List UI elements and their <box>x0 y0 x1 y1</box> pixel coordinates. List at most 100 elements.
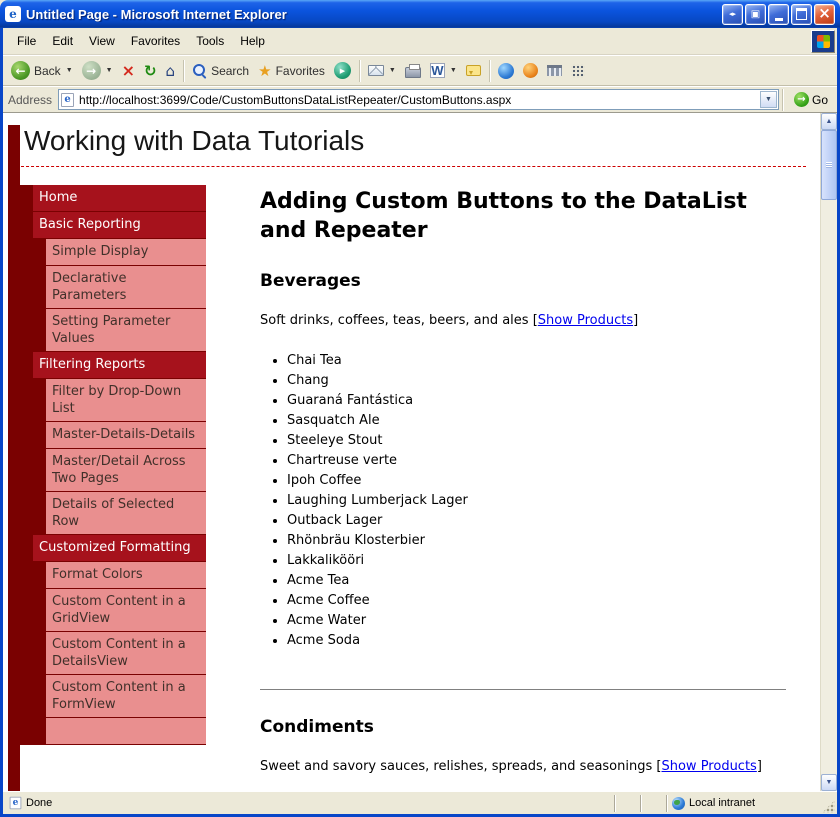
minimize-button[interactable] <box>768 4 789 25</box>
scrollbar-thumb[interactable] <box>821 130 837 200</box>
window-switch-button[interactable] <box>722 4 743 25</box>
refresh-button[interactable] <box>140 59 161 83</box>
product-item: Outback Lager <box>287 511 786 531</box>
section-heading-condiments: Condiments <box>260 719 786 736</box>
product-item: Ipoh Coffee <box>287 471 786 491</box>
messenger-button[interactable] <box>494 60 518 82</box>
edit-button[interactable]: ▼ <box>426 60 461 81</box>
product-item: Guaraná Fantástica <box>287 391 786 411</box>
grid-button[interactable] <box>567 61 589 81</box>
toolbar: Back ▼ ▼ Search Favorites <box>3 55 837 86</box>
search-button[interactable]: Search <box>188 60 253 81</box>
window-controls <box>722 4 835 25</box>
favorites-star-icon <box>258 62 271 80</box>
favorites-button[interactable]: Favorites <box>254 59 329 83</box>
content-row: Home Basic Reporting Simple Display Decl… <box>20 185 820 791</box>
zone-label: Local intranet <box>689 797 755 809</box>
menu-item[interactable]: File <box>9 30 44 52</box>
section-description-text: Sweet and savory sauces, relishes, sprea… <box>260 759 652 774</box>
nav-link[interactable]: Simple Display <box>46 239 206 265</box>
nav-link[interactable]: Master/Detail Across Two Pages <box>46 449 206 491</box>
nav-link[interactable]: Custom Content in a GridView <box>46 589 206 631</box>
research-button[interactable] <box>543 62 566 79</box>
section-divider <box>260 689 786 691</box>
bracket-close: ] <box>757 759 762 774</box>
alerts-button[interactable] <box>519 60 542 81</box>
nav-link[interactable]: Basic Reporting <box>33 212 206 238</box>
forward-dropdown-icon[interactable]: ▼ <box>106 67 113 74</box>
forward-icon <box>82 61 101 80</box>
menu-item[interactable]: View <box>81 30 123 52</box>
messenger-icon <box>498 63 514 79</box>
nav-link[interactable]: Setting Parameter Values <box>46 309 206 351</box>
mail-button[interactable]: ▼ <box>364 62 400 79</box>
back-label: Back <box>34 64 61 78</box>
status-text: Done <box>26 797 52 809</box>
back-dropdown-icon[interactable]: ▼ <box>66 67 73 74</box>
go-button[interactable]: Go <box>790 90 832 109</box>
edit-dropdown-icon[interactable]: ▼ <box>450 67 457 74</box>
menu-item[interactable]: Favorites <box>123 30 188 52</box>
nav-link[interactable]: Master-Details-Details <box>46 422 206 448</box>
show-products-link[interactable]: Show Products <box>538 313 633 328</box>
menu-item[interactable]: Help <box>232 30 273 52</box>
section-description: Soft drinks, coffees, teas, beers, and a… <box>260 312 786 329</box>
nav-link[interactable]: Filtering Reports <box>33 352 206 378</box>
window-frame: FileEditViewFavoritesToolsHelp Back ▼ ▼ … <box>0 28 840 817</box>
nav-link[interactable]: Custom Content in a DetailsView <box>46 632 206 674</box>
discuss-button[interactable] <box>462 62 485 79</box>
title-bar[interactable]: Untitled Page - Microsoft Internet Explo… <box>0 0 840 28</box>
product-list: Chai TeaChangGuaraná FantásticaSasquatch… <box>260 351 786 651</box>
close-button[interactable] <box>814 4 835 25</box>
scroll-up-button[interactable] <box>821 113 837 130</box>
menu-item[interactable]: Edit <box>44 30 81 52</box>
address-input[interactable]: http://localhost:3699/Code/CustomButtons… <box>58 89 779 110</box>
bracket-close: ] <box>633 313 638 328</box>
status-pane-empty <box>642 794 666 813</box>
media-button[interactable] <box>330 59 355 82</box>
nav-link[interactable]: Details of Selected Row <box>46 492 206 534</box>
nav-link[interactable]: Home <box>33 185 206 211</box>
address-url[interactable]: http://localhost:3699/Code/CustomButtons… <box>79 93 760 107</box>
nav-link[interactable]: Format Colors <box>46 562 206 588</box>
favorites-label: Favorites <box>276 64 325 78</box>
nav-link[interactable]: Custom Content in a FormView <box>46 675 206 717</box>
window-title: Untitled Page - Microsoft Internet Explo… <box>26 7 722 22</box>
vertical-scrollbar[interactable] <box>820 113 837 791</box>
scrollbar-track[interactable] <box>821 130 837 774</box>
nav-link[interactable]: Declarative Parameters <box>46 266 206 308</box>
product-item: Chang <box>287 371 786 391</box>
alerts-icon <box>523 63 538 78</box>
page-left-accent-strip <box>8 125 20 791</box>
status-bar: Done Local intranet <box>3 791 837 814</box>
nav-link[interactable]: Filter by Drop-Down List <box>46 379 206 421</box>
windows-logo-icon <box>811 30 835 53</box>
home-button[interactable] <box>162 59 180 83</box>
article-title: Adding Custom Buttons to the DataList an… <box>260 187 786 245</box>
address-separator <box>782 89 783 111</box>
status-pane: Done <box>5 794 614 813</box>
print-icon <box>405 67 421 78</box>
print-button[interactable] <box>401 61 425 81</box>
stop-button[interactable] <box>118 60 139 82</box>
nav-link[interactable]: Customized Formatting <box>33 535 206 561</box>
forward-button[interactable]: ▼ <box>78 58 117 83</box>
browser-window: Untitled Page - Microsoft Internet Explo… <box>0 0 840 817</box>
window-popout-button[interactable] <box>745 4 766 25</box>
resize-grip-icon[interactable] <box>822 800 835 813</box>
nav-link[interactable] <box>46 718 206 744</box>
menu-item[interactable]: Tools <box>188 30 232 52</box>
product-item: Laughing Lumberjack Lager <box>287 491 786 511</box>
media-icon <box>334 62 351 79</box>
back-button[interactable]: Back ▼ <box>7 58 77 83</box>
status-pane-empty <box>616 794 640 813</box>
windows-flag-icon <box>817 35 830 48</box>
product-item: Acme Water <box>287 611 786 631</box>
product-item: Acme Soda <box>287 631 786 651</box>
scroll-down-button[interactable] <box>821 774 837 791</box>
mail-dropdown-icon[interactable]: ▼ <box>389 67 396 74</box>
address-dropdown-button[interactable] <box>760 91 777 108</box>
stop-icon <box>122 63 135 79</box>
show-products-link[interactable]: Show Products <box>661 759 756 774</box>
maximize-button[interactable] <box>791 4 812 25</box>
